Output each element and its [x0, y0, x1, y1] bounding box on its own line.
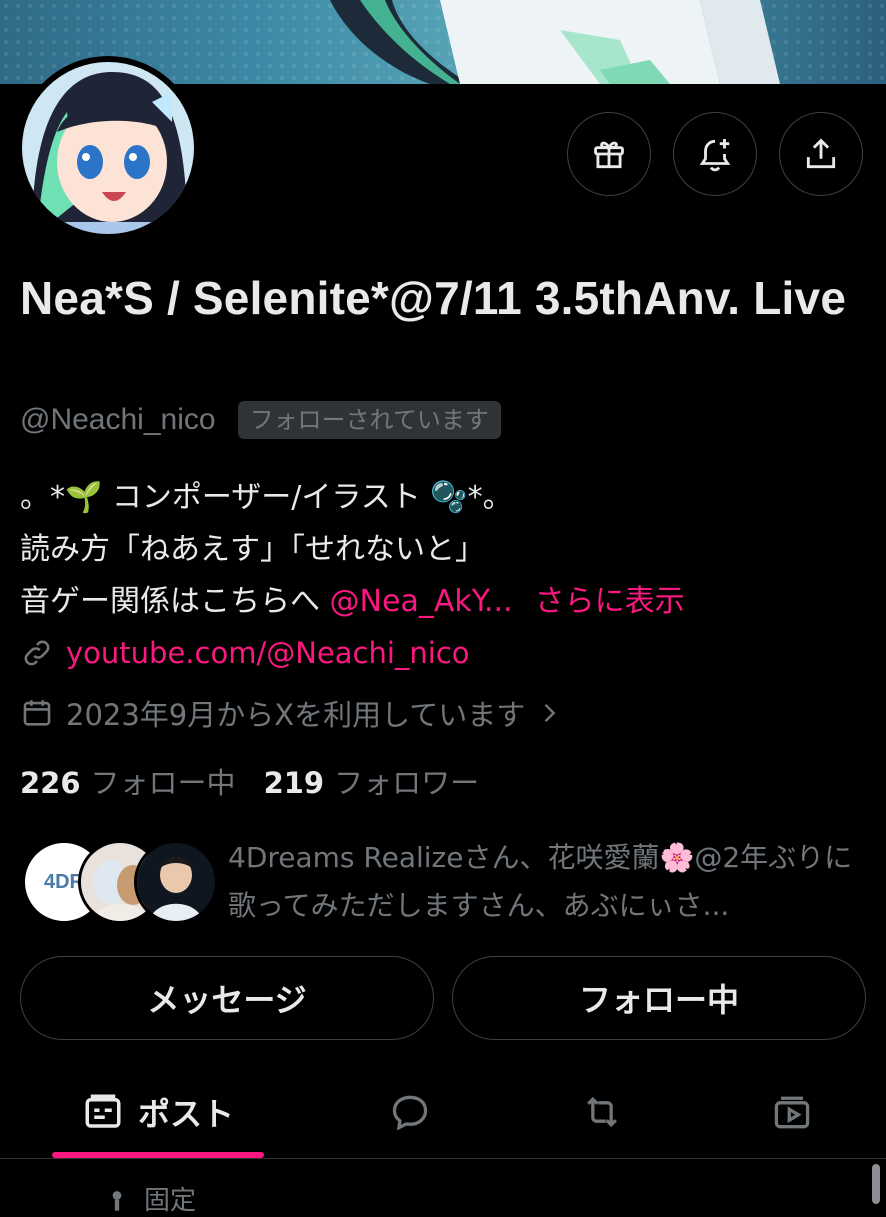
scrollbar[interactable] [872, 1164, 880, 1204]
profile-handle: @Neachi_nico [20, 403, 216, 436]
follow-stats: 226 フォロー中 219 フォロワー [20, 760, 479, 802]
following-count: 226 [20, 766, 81, 800]
reply-icon [392, 1095, 428, 1131]
avatar-illustration [22, 62, 194, 234]
profile-avatar[interactable] [16, 56, 200, 240]
handle-row: @Neachi_nico フォローされています [20, 398, 501, 442]
bio-line: 。*🌱 コンポーザー/イラスト 🫧*。 [20, 480, 513, 515]
pin-icon [112, 1190, 122, 1211]
pinned-label: 固定 [144, 1186, 197, 1216]
bio-line: 音ゲー関係はこちらへ @Nea_AkY... さらに表示 [20, 576, 685, 628]
bio-line: 読み方「ねあえす」「せれないと」 [20, 532, 485, 567]
following-button[interactable]: フォロー中 [452, 956, 866, 1040]
message-button[interactable]: メッセージ [20, 956, 434, 1040]
followers-stat[interactable]: 219 フォロワー [264, 760, 480, 802]
pinned-indicator: 固定 [104, 1180, 196, 1217]
tab-media[interactable] [746, 1070, 838, 1154]
notification-add-icon [699, 138, 731, 172]
repost-icon [587, 1096, 617, 1128]
website-row: youtube.com/@Neachi_nico [20, 636, 470, 670]
followers-count: 219 [263, 766, 325, 800]
tab-posts-label: ポスト [137, 1095, 234, 1133]
bio-mention-link[interactable]: @Nea_AkY... [330, 584, 513, 619]
mutual-followers-text[interactable]: 4Dreams Realizeさん、花咲愛蘭🌸@2年ぶりに歌ってみただしますさん… [228, 834, 868, 930]
website-link[interactable]: youtube.com/@Neachi_nico [66, 636, 470, 670]
following-label: フォロー中 [90, 766, 236, 800]
joined-date: 2023年9月からXを利用しています [66, 698, 526, 732]
display-name: Nea*S / Selenite*@7/11 3.5thAnv. Live [20, 272, 847, 324]
bio-text: 音ゲー関係はこちらへ [20, 584, 330, 619]
share-button[interactable] [779, 112, 863, 196]
tab-posts[interactable]: ポスト [52, 1070, 264, 1154]
gift-icon [594, 141, 624, 169]
mutual-avatar [134, 840, 218, 924]
profile-bio: 。*🌱 コンポーザー/イラスト 🫧*。 読み方「ねあえす」「せれないと」 音ゲー… [20, 472, 685, 628]
share-icon [806, 138, 836, 169]
calendar-icon [23, 700, 51, 726]
chevron-right-icon [544, 704, 556, 722]
link-icon [24, 640, 50, 666]
tab-reposts[interactable] [556, 1070, 648, 1154]
gift-button[interactable] [567, 112, 651, 196]
followers-label: フォロワー [334, 766, 480, 800]
tabs-divider [0, 1158, 886, 1159]
notifications-button[interactable] [673, 112, 757, 196]
following-stat[interactable]: 226 フォロー中 [20, 760, 236, 802]
joined-row[interactable]: 2023年9月からXを利用しています [20, 692, 563, 734]
profile-tabs: ポスト [0, 1070, 886, 1158]
follows-you-badge: フォローされています [237, 401, 501, 439]
media-icon [774, 1096, 810, 1129]
tab-replies[interactable] [364, 1070, 456, 1154]
show-more-link[interactable]: さらに表示 [535, 584, 685, 619]
mutual-followers-avatars[interactable]: 4DR [22, 840, 222, 924]
posts-icon [85, 1094, 121, 1128]
